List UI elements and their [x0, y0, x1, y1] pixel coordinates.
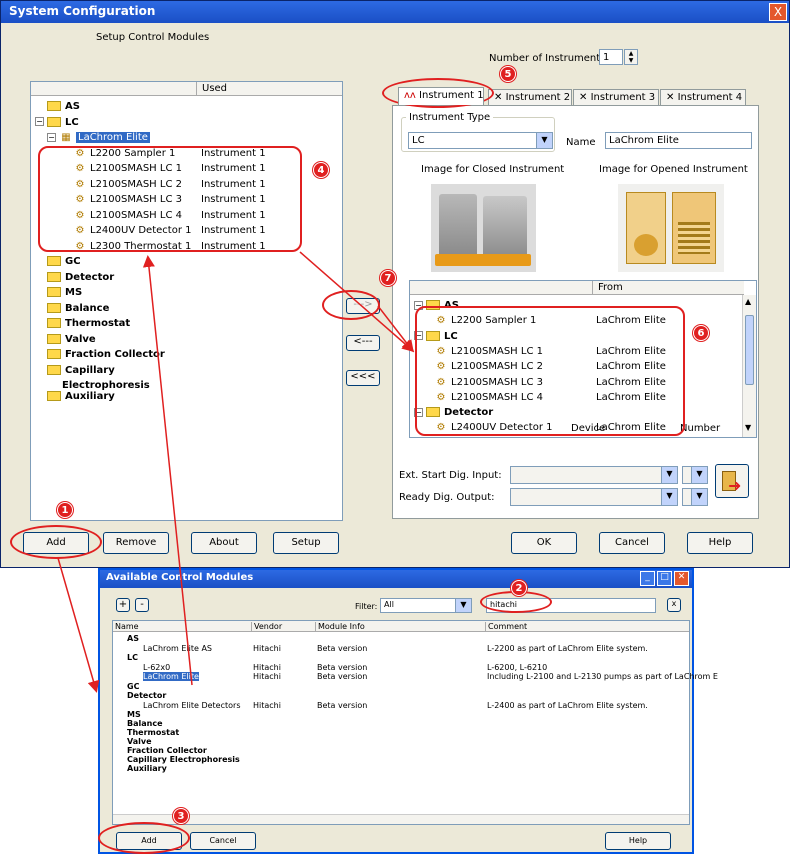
arrow-4-to-6: [299, 251, 415, 352]
uv-icon: ʌʌ: [404, 90, 416, 101]
tab-instrument-1[interactable]: ʌʌ Instrument 1: [398, 87, 484, 105]
arrow-lachrom-to-tree: [142, 255, 193, 686]
callout-number-7: 7: [380, 270, 396, 286]
arrow-1-to-dialog: [57, 557, 100, 693]
callout-number-4: 4: [313, 162, 329, 178]
arrow-7-to-6: [377, 305, 414, 353]
callout-number-3: 3: [173, 808, 189, 824]
callout-number-1: 1: [57, 502, 73, 518]
callout-number-5: 5: [500, 66, 516, 82]
callout-number-6: 6: [693, 325, 709, 341]
callout-number-2: 2: [511, 580, 527, 596]
annotation-arrows: [57, 251, 415, 693]
